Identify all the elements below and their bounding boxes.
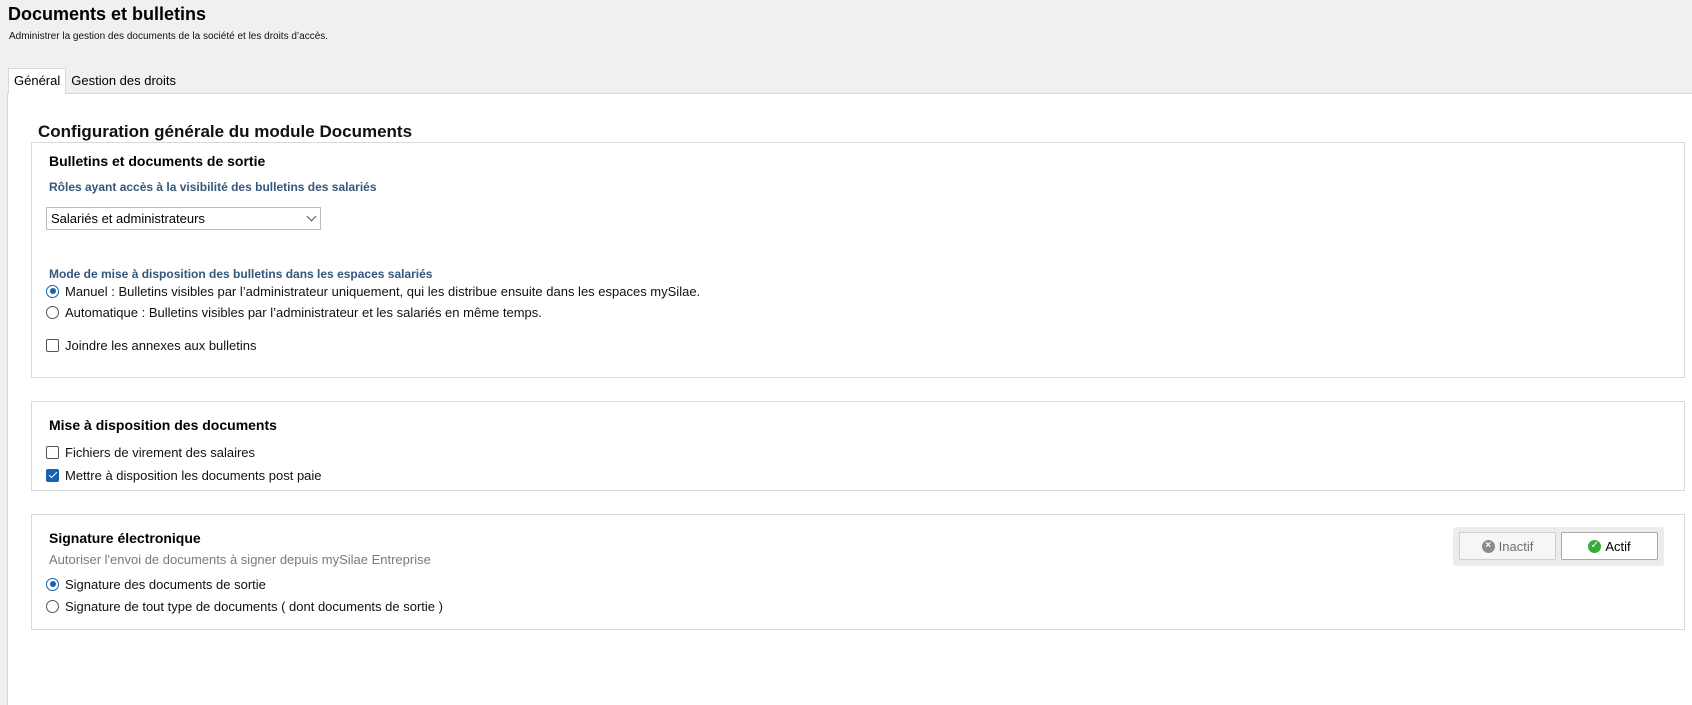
actif-button[interactable]: ✓ Actif [1561, 532, 1658, 560]
radio-button[interactable] [46, 305, 59, 319]
check-circle-icon: ✓ [1588, 539, 1602, 553]
signature-option-tout-type[interactable]: Signature de tout type de documents ( do… [46, 597, 443, 615]
radio-button[interactable] [46, 599, 59, 613]
post-paie-checkbox-row[interactable]: Mettre à disposition les documents post … [46, 466, 322, 484]
roles-select[interactable]: Salariés et administrateurs [46, 207, 321, 230]
chevron-down-icon [306, 211, 317, 222]
page-subtitle: Administrer la gestion des documents de … [9, 31, 329, 42]
signature-panel: Signature électronique Autoriser l'envoi… [31, 514, 1685, 630]
virement-checkbox-row[interactable]: Fichiers de virement des salaires [46, 443, 255, 461]
signature-option-sortie[interactable]: Signature des documents de sortie [46, 575, 266, 593]
signature-option-label: Signature de tout type de documents ( do… [65, 598, 443, 614]
page-title: Documents et bulletins [8, 4, 207, 24]
virement-checkbox[interactable] [46, 445, 59, 459]
signature-description: Autoriser l'envoi de documents à signer … [49, 552, 431, 567]
bulletins-panel: Bulletins et documents de sortie Rôles a… [31, 142, 1685, 378]
inactif-button[interactable]: × Inactif [1459, 532, 1556, 560]
documents-panel-title: Mise à disposition des documents [49, 417, 277, 433]
tab-bar: Général Gestion des droits [8, 68, 181, 94]
documents-panel: Mise à disposition des documents Fichier… [31, 401, 1685, 491]
actif-label: Actif [1605, 538, 1631, 554]
post-paie-checkbox[interactable] [46, 468, 59, 482]
roles-select-value: Salariés et administrateurs [51, 211, 205, 226]
annexes-checkbox-row[interactable]: Joindre les annexes aux bulletins [46, 336, 257, 354]
signature-panel-title: Signature électronique [49, 530, 201, 546]
annexes-label: Joindre les annexes aux bulletins [65, 337, 257, 353]
radio-button-selected[interactable] [46, 284, 59, 298]
roles-label: Rôles ayant accès à la visibilité des bu… [49, 180, 377, 194]
annexes-checkbox[interactable] [46, 338, 59, 352]
tab-content: Configuration générale du module Documen… [7, 93, 1692, 705]
section-heading: Configuration générale du module Documen… [38, 122, 413, 141]
tab-general[interactable]: Général [8, 68, 67, 94]
mode-label: Mode de mise à disposition des bulletins… [49, 267, 433, 281]
signature-toggle: × Inactif ✓ Actif [1453, 527, 1664, 566]
bulletins-panel-title: Bulletins et documents de sortie [49, 153, 266, 169]
mode-option-automatique[interactable]: Automatique : Bulletins visibles par l’a… [46, 303, 542, 321]
inactif-label: Inactif [1498, 538, 1534, 554]
mode-option-manuel[interactable]: Manuel : Bulletins visibles par l’admini… [46, 282, 700, 300]
virement-label: Fichiers de virement des salaires [65, 444, 256, 460]
post-paie-label: Mettre à disposition les documents post … [65, 467, 322, 483]
close-circle-icon: × [1481, 539, 1495, 553]
signature-option-label: Signature des documents de sortie [65, 576, 266, 592]
mode-option-label: Automatique : Bulletins visibles par l’a… [65, 304, 542, 320]
tab-gestion-des-droits[interactable]: Gestion des droits [66, 70, 181, 93]
radio-button-selected[interactable] [46, 577, 59, 591]
mode-option-label: Manuel : Bulletins visibles par l’admini… [65, 283, 701, 299]
